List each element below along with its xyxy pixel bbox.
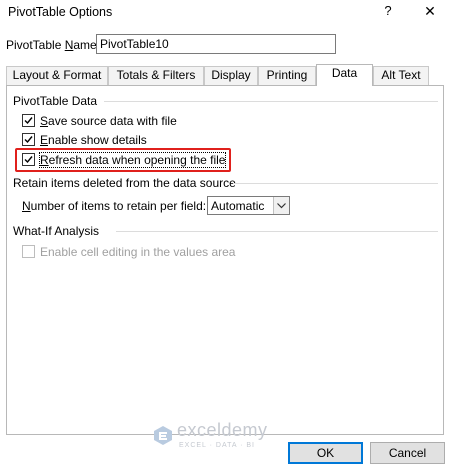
group-divider <box>116 231 438 232</box>
tab-layout-format[interactable]: Layout & Format <box>6 66 108 85</box>
watermark-tagline: EXCEL · DATA · BI <box>179 442 255 449</box>
save-source-data-label[interactable]: Save source data with file <box>40 114 177 128</box>
enable-show-details-label[interactable]: Enable show details <box>40 133 147 147</box>
group-divider <box>104 101 438 102</box>
enable-show-details-checkbox[interactable] <box>22 133 35 146</box>
tab-totals-filters[interactable]: Totals & Filters <box>108 66 204 85</box>
ok-button[interactable]: OK <box>288 442 363 464</box>
annotation-highlight-box <box>15 148 231 172</box>
tab-printing[interactable]: Printing <box>258 66 316 85</box>
close-button[interactable]: ✕ <box>420 3 440 21</box>
tab-display[interactable]: Display <box>204 66 258 85</box>
enable-cell-editing-label: Enable cell editing in the values area <box>40 245 236 259</box>
group-title-retain-items: Retain items deleted from the data sourc… <box>13 176 236 190</box>
tab-data[interactable]: Data <box>316 64 373 86</box>
exceldemy-logo-icon <box>154 426 172 445</box>
retain-items-select[interactable]: Automatic <box>207 196 290 215</box>
window-title: PivotTable Options <box>8 5 113 19</box>
retain-items-label: Number of items to retain per field: <box>22 199 207 213</box>
cancel-button[interactable]: Cancel <box>370 442 445 464</box>
tab-alt-text[interactable]: Alt Text <box>373 66 429 85</box>
enable-cell-editing-checkbox <box>22 245 35 258</box>
checkmark-icon <box>24 117 33 125</box>
group-title-pivottable-data: PivotTable Data <box>13 94 98 108</box>
title-bar: PivotTable Options ? ✕ <box>0 0 452 26</box>
group-title-what-if: What-If Analysis <box>13 224 100 238</box>
group-divider <box>233 183 438 184</box>
watermark-brand: exceldemy <box>177 420 268 440</box>
pivottable-name-label: PivotTable Name: <box>6 38 101 52</box>
chevron-down-icon[interactable] <box>273 197 289 214</box>
help-button[interactable]: ? <box>378 3 398 21</box>
checkmark-icon <box>24 136 33 144</box>
save-source-data-checkbox[interactable] <box>22 114 35 127</box>
retain-items-value: Automatic <box>211 199 265 213</box>
pivottable-name-input[interactable]: PivotTable10 <box>96 34 336 54</box>
